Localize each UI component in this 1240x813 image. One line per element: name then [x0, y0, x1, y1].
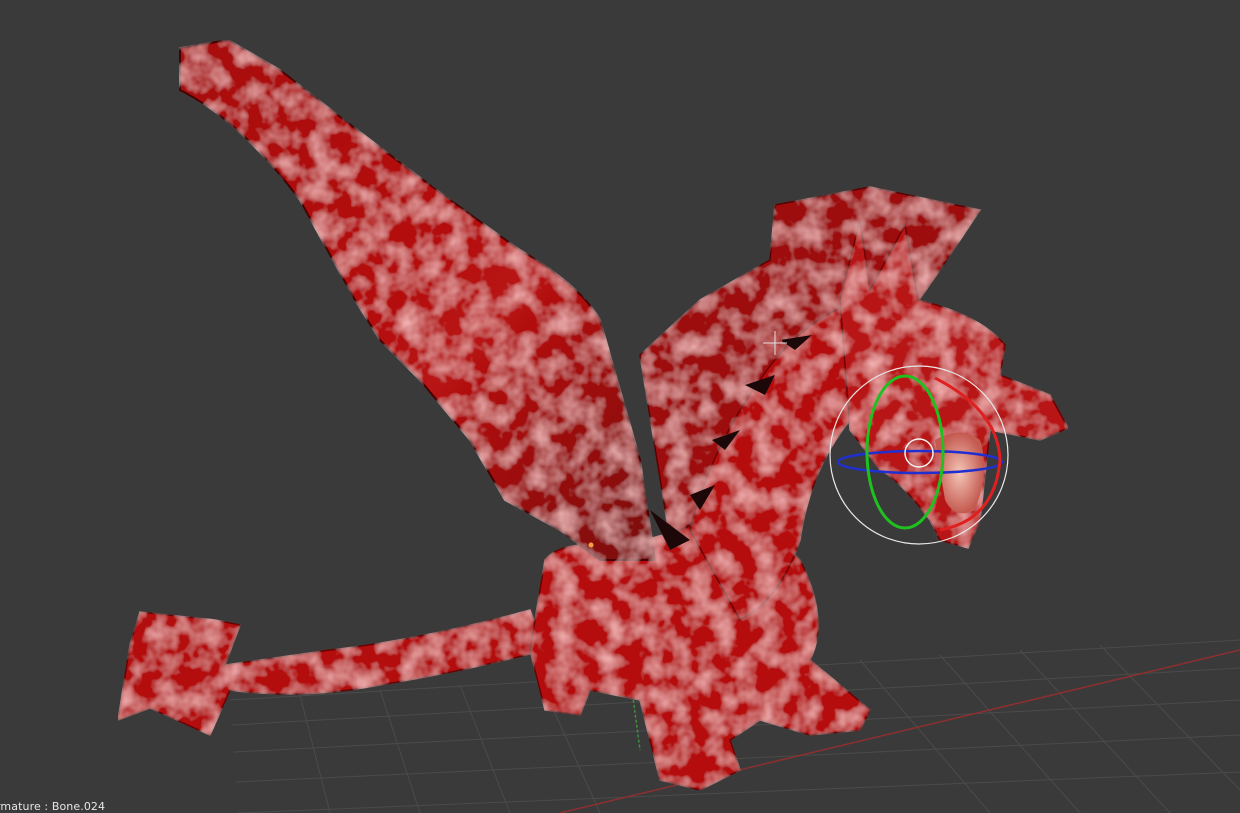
- tail[interactable]: [117, 609, 546, 736]
- viewport-canvas[interactable]: [0, 0, 1240, 813]
- left-wing[interactable]: [179, 38, 657, 561]
- 3d-viewport[interactable]: rmature : Bone.024: [0, 0, 1240, 813]
- dragon-model[interactable]: [117, 38, 1070, 791]
- object-origin-icon: [588, 542, 594, 548]
- status-text: rmature : Bone.024: [0, 800, 106, 813]
